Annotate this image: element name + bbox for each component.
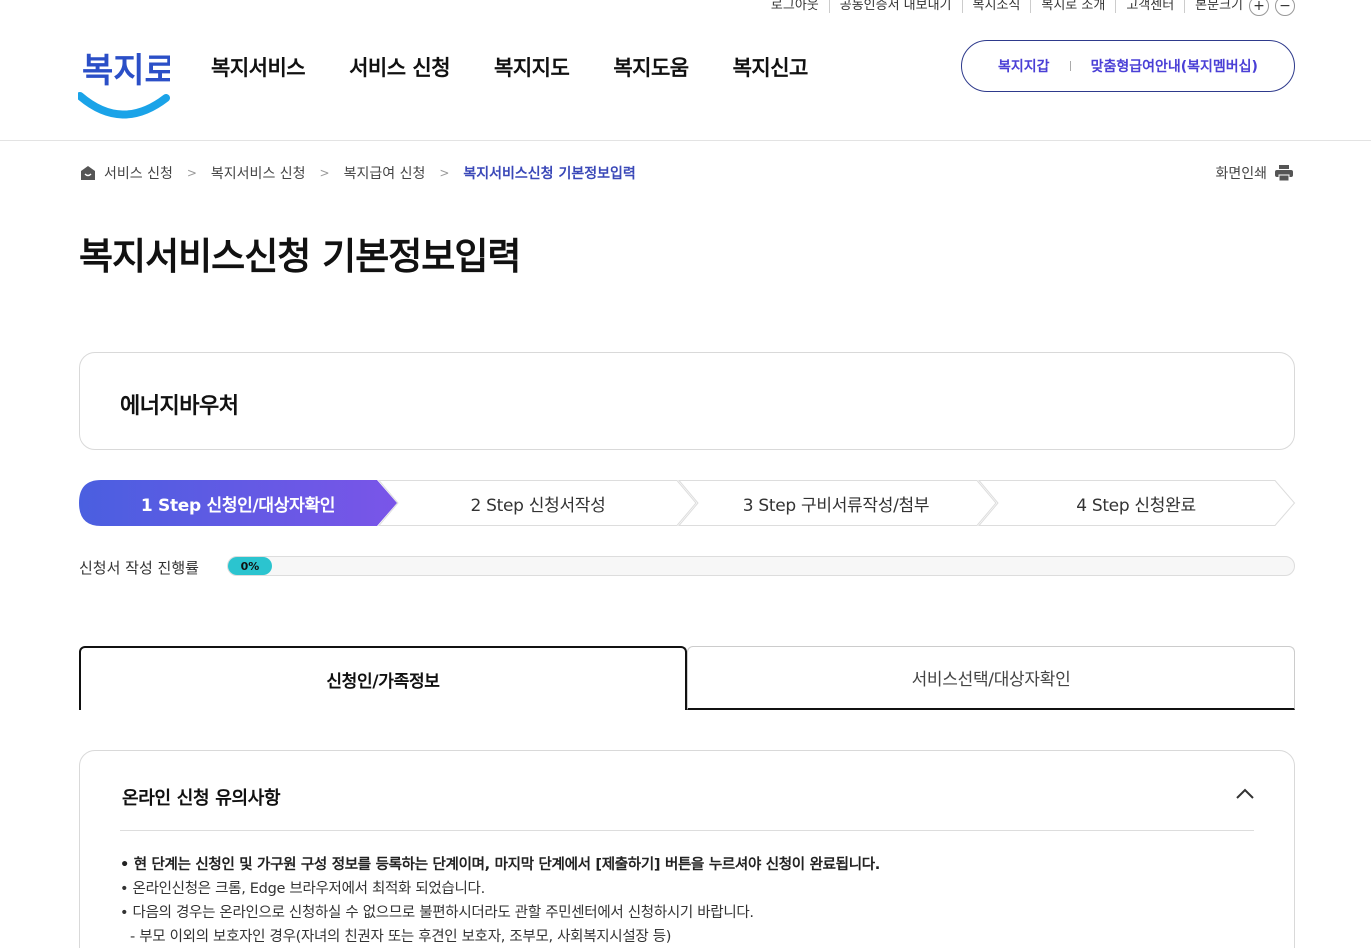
nav-welfare-map[interactable]: 복지지도 <box>494 52 570 82</box>
breadcrumb-item[interactable]: 서비스 신청 <box>104 163 173 183</box>
chevron-right-icon: > <box>319 166 330 180</box>
nav-welfare-help[interactable]: 복지도움 <box>613 52 689 82</box>
logo-graphic: 복지로 <box>76 51 176 119</box>
notice-title: 온라인 신청 유의사항 <box>122 788 281 809</box>
page-title: 복지서비스신청 기본정보입력 <box>79 235 521 278</box>
tab-applicant-family[interactable]: 신청인/가족정보 <box>79 646 687 710</box>
bokjiro-logo[interactable]: 복지로 <box>76 36 176 122</box>
notice-line: - 부모 이외의 보호자인 경우(자녀의 친권자 또는 후견인 보호자, 조부모… <box>130 929 672 945</box>
chevron-right-icon: > <box>186 166 197 180</box>
logo-text: 복지로 <box>82 51 170 91</box>
membership-link[interactable]: 맞춤형급여안내(복지멤버십) <box>1091 56 1258 76</box>
step-3: 3 Step 구비서류작성/첨부 <box>742 495 930 516</box>
step-1: 1 Step 신청인/대상자확인 <box>140 495 336 516</box>
progress-row: 신청서 작성 진행률 0% <box>79 555 1295 577</box>
progress-fill: 0% <box>228 557 272 575</box>
notice-line: • 현 단계는 신청인 및 가구원 구성 정보를 등록하는 단계이며, 마지막 … <box>120 857 881 873</box>
breadcrumb-current: 복지서비스신청 기본정보입력 <box>463 166 636 182</box>
print-label: 화면인쇄 <box>1215 166 1267 182</box>
notice-panel: 온라인 신청 유의사항 • 현 단계는 신청인 및 가구원 구성 정보를 등록하… <box>79 750 1295 948</box>
logo-smile-icon <box>76 92 170 119</box>
progress-track: 0% <box>227 556 1295 576</box>
nav-welfare-report[interactable]: 복지신고 <box>733 52 809 82</box>
main-nav: 복지서비스 서비스 신청 복지지도 복지도움 복지신고 <box>211 52 808 82</box>
nav-service-apply[interactable]: 서비스 신청 <box>349 52 450 82</box>
progress-value: 0% <box>240 559 260 573</box>
step-4: 4 Step 신청완료 <box>1076 495 1196 516</box>
service-name-box: 에너지바우처 <box>79 352 1295 450</box>
chevron-right-icon: > <box>439 166 450 180</box>
print-button[interactable]: 화면인쇄 <box>1215 163 1293 183</box>
notice-line: • 온라인신청은 크롬, Edge 브라우저에서 최적화 되었습니다. <box>120 881 485 897</box>
notice-divider <box>120 830 1254 831</box>
breadcrumb: 서비스 신청 > 복지서비스 신청 > 복지급여 신청 > 복지서비스신청 기본… <box>80 163 636 183</box>
nav-welfare-service[interactable]: 복지서비스 <box>211 52 306 82</box>
site-header: 복지로 복지서비스 서비스 신청 복지지도 복지도움 복지신고 복지지갑 맞춤형… <box>0 0 1371 141</box>
home-icon[interactable] <box>80 165 96 181</box>
form-tabs: 신청인/가족정보 서비스선택/대상자확인 <box>79 646 1295 710</box>
quick-links: 복지지갑 맞춤형급여안내(복지멤버십) <box>961 40 1295 92</box>
notice-line: • 다음의 경우는 온라인으로 신청하실 수 없으므로 불편하시더라도 관할 주… <box>120 905 754 921</box>
print-icon <box>1275 165 1293 181</box>
tab-service-select[interactable]: 서비스선택/대상자확인 <box>687 646 1295 710</box>
step-indicator: 1 Step 신청인/대상자확인 2 Step 신청서작성 3 Step 구비서… <box>79 480 1296 526</box>
step-2: 2 Step 신청서작성 <box>470 495 606 516</box>
progress-label: 신청서 작성 진행률 <box>79 559 199 577</box>
chevron-up-icon[interactable] <box>1236 785 1254 804</box>
quick-divider <box>1069 61 1071 71</box>
breadcrumb-item[interactable]: 복지급여 신청 <box>344 163 426 183</box>
notice-list: • 현 단계는 신청인 및 가구원 구성 정보를 등록하는 단계이며, 마지막 … <box>120 853 880 948</box>
service-name: 에너지바우처 <box>120 394 239 419</box>
welfare-wallet-link[interactable]: 복지지갑 <box>998 56 1050 76</box>
breadcrumb-item[interactable]: 복지서비스 신청 <box>211 163 306 183</box>
